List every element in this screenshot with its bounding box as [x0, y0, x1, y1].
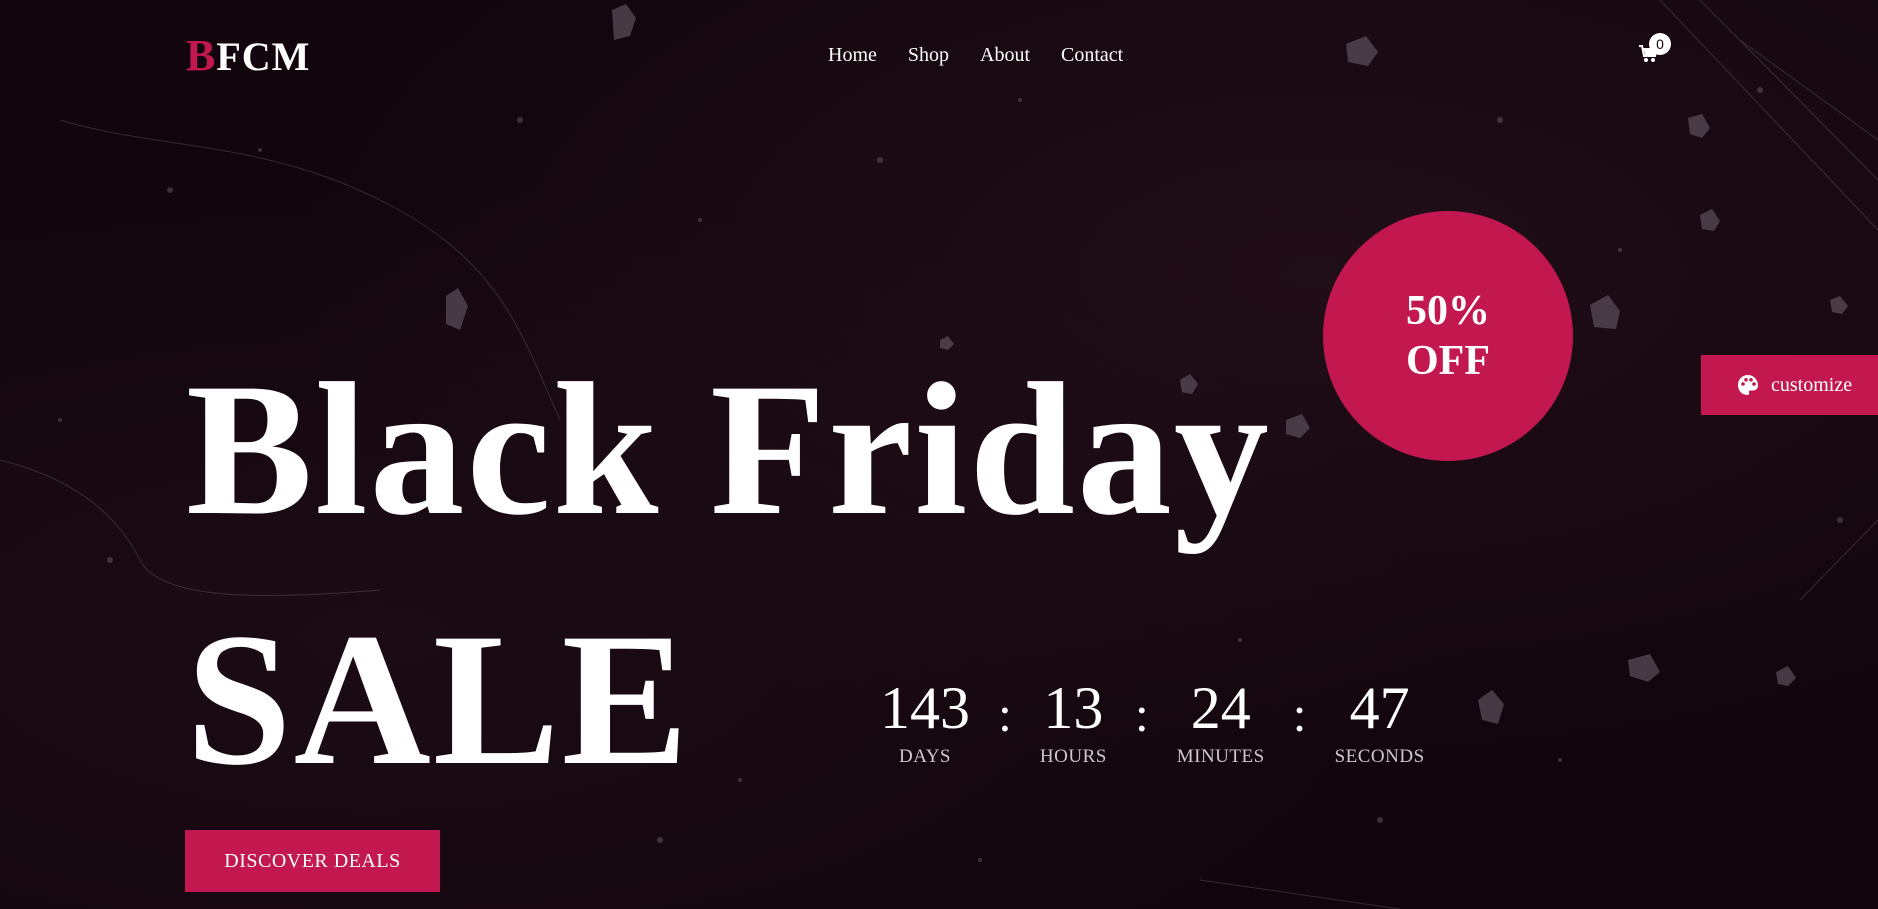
countdown-separator: :	[1292, 686, 1307, 742]
brand-logo[interactable]: BFCM	[186, 30, 310, 81]
countdown-hours: 13 HOURS	[1040, 672, 1107, 768]
countdown-seconds-value: 47	[1349, 675, 1410, 741]
countdown-days-label: DAYS	[899, 746, 951, 767]
discount-badge-percent: 50%	[1406, 288, 1490, 334]
main-nav: Home Shop About Contact	[828, 44, 1123, 67]
countdown-seconds: 47 SECONDS	[1335, 672, 1425, 768]
palette-icon	[1738, 375, 1758, 395]
countdown-hours-label: HOURS	[1039, 746, 1107, 767]
discount-badge: 50% OFF	[1323, 211, 1573, 461]
countdown-days: 143 DAYS	[880, 672, 970, 768]
discount-badge-off: OFF	[1406, 338, 1490, 384]
logo-letter: B	[186, 31, 217, 80]
countdown-days-value: 143	[880, 675, 970, 741]
customize-label: customize	[1771, 373, 1853, 396]
countdown-minutes: 24 MINUTES	[1177, 672, 1265, 768]
discover-deals-button[interactable]: DISCOVER DEALS	[185, 830, 440, 892]
countdown-minutes-value: 24	[1190, 675, 1251, 741]
nav-contact-link[interactable]: Contact	[1061, 44, 1123, 67]
customize-button[interactable]: customize	[1701, 355, 1878, 415]
countdown-separator: :	[998, 686, 1012, 742]
cart-count-badge: 0	[1649, 33, 1671, 55]
nav-shop-link[interactable]: Shop	[908, 44, 949, 67]
logo-text: FCM	[216, 34, 311, 79]
countdown-hours-value: 13	[1043, 675, 1104, 741]
countdown-timer: 143 DAYS : 13 HOURS : 24 MINUTES : 47 SE…	[880, 672, 1425, 768]
countdown-separator: :	[1134, 686, 1149, 742]
countdown-seconds-label: SECONDS	[1334, 746, 1425, 767]
hero-headline-line1: Black Friday	[186, 345, 1271, 555]
nav-about-link[interactable]: About	[980, 44, 1030, 67]
site-header: BFCM Home Shop About Contact 0	[0, 0, 1878, 110]
nav-home-link[interactable]: Home	[828, 44, 877, 67]
countdown-minutes-label: MINUTES	[1176, 746, 1265, 767]
